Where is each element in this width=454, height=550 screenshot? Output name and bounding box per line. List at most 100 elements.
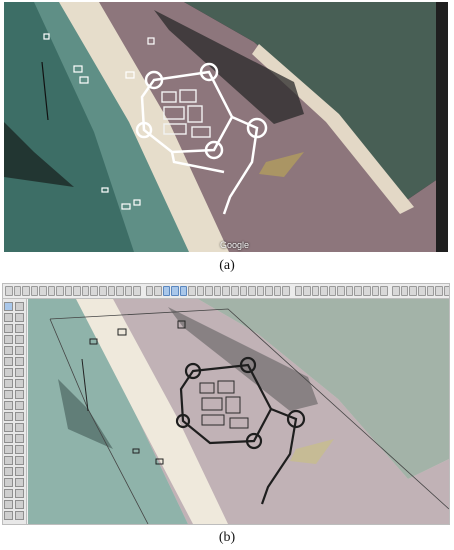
style-3-icon[interactable]: [409, 286, 417, 296]
top-icon[interactable]: [205, 286, 213, 296]
palette-tool-icon[interactable]: [15, 489, 24, 498]
caption-b: (b): [218, 530, 236, 545]
paint-icon[interactable]: [13, 286, 22, 296]
palette-tool-icon[interactable]: [4, 379, 13, 388]
palette-tool-icon[interactable]: [4, 346, 13, 355]
palette-tool-icon[interactable]: [15, 500, 24, 509]
palette-tool-icon[interactable]: [4, 412, 13, 421]
palette-tool-icon[interactable]: [4, 500, 13, 509]
palette-tool-icon[interactable]: [15, 379, 24, 388]
palette-tool-icon[interactable]: [4, 434, 13, 443]
aerial-image-panel-a: Google: [4, 2, 448, 252]
text-icon[interactable]: [124, 286, 133, 296]
palette-tool-icon[interactable]: [15, 390, 24, 399]
palette-tool-icon[interactable]: [15, 302, 24, 311]
palette-tool-icon[interactable]: [15, 368, 24, 377]
sandbox-icon[interactable]: [311, 286, 320, 296]
extension-warehouse-icon[interactable]: [371, 286, 380, 296]
palette-tool-icon[interactable]: [15, 357, 24, 366]
palette-tool-icon[interactable]: [15, 456, 24, 465]
palette-tool-icon[interactable]: [15, 335, 24, 344]
dimension-icon[interactable]: [133, 286, 141, 296]
arc-icon[interactable]: [39, 286, 47, 296]
palette-tool-icon[interactable]: [15, 467, 24, 476]
circle-icon[interactable]: [56, 286, 64, 296]
palette-tool-icon[interactable]: [4, 335, 13, 344]
textured-icon[interactable]: [294, 286, 303, 296]
palette-tool-icon[interactable]: [15, 324, 24, 333]
right-icon[interactable]: [222, 286, 230, 296]
hidden-line-icon[interactable]: [273, 286, 282, 296]
geo-location-icon[interactable]: [320, 286, 328, 296]
model-viewport[interactable]: [28, 299, 449, 524]
palette-tool-icon[interactable]: [15, 412, 24, 421]
palette-tool-icon[interactable]: [4, 423, 13, 432]
xray-icon[interactable]: [256, 286, 265, 296]
palette-tool-icon[interactable]: [4, 456, 13, 465]
tool-palette: [3, 299, 27, 524]
wireframe-icon[interactable]: [265, 286, 273, 296]
palette-tool-icon[interactable]: [15, 423, 24, 432]
palette-tool-icon[interactable]: [15, 511, 24, 520]
palette-tool-icon[interactable]: [15, 401, 24, 410]
layout-icon[interactable]: [380, 286, 388, 296]
palette-tool-icon[interactable]: [4, 511, 13, 520]
palette-tool-icon[interactable]: [15, 445, 24, 454]
palette-tool-icon[interactable]: [4, 390, 13, 399]
photo-texture-icon[interactable]: [345, 286, 354, 296]
share-model-icon[interactable]: [362, 286, 371, 296]
back-icon[interactable]: [230, 286, 239, 296]
palette-tool-icon[interactable]: [4, 302, 13, 311]
palette-tool-icon[interactable]: [4, 357, 13, 366]
line-icon[interactable]: [30, 286, 39, 296]
rectangle-icon[interactable]: [47, 286, 56, 296]
palette-tool-icon[interactable]: [4, 401, 13, 410]
orbit-icon[interactable]: [145, 286, 154, 296]
offset-icon[interactable]: [107, 286, 116, 296]
select-icon[interactable]: [5, 286, 13, 296]
rotate-icon[interactable]: [90, 286, 99, 296]
shaded-icon[interactable]: [282, 286, 290, 296]
left-icon[interactable]: [239, 286, 248, 296]
front-icon[interactable]: [213, 286, 222, 296]
style-1-icon[interactable]: [392, 286, 400, 296]
bottom-icon[interactable]: [248, 286, 256, 296]
palette-tool-icon[interactable]: [4, 478, 13, 487]
toolbar-separator: [389, 286, 392, 296]
tape-icon[interactable]: [116, 286, 124, 296]
monochrome-icon[interactable]: [303, 286, 311, 296]
style-5-icon[interactable]: [426, 286, 435, 296]
palette-tool-icon[interactable]: [4, 324, 13, 333]
palette-tool-icon[interactable]: [15, 313, 24, 322]
style-7-icon[interactable]: [443, 286, 449, 296]
polygon-icon[interactable]: [64, 286, 73, 296]
caption-a: (a): [219, 258, 235, 273]
toolbar-separator: [291, 286, 294, 296]
palette-tool-icon[interactable]: [4, 445, 13, 454]
palette-tool-icon[interactable]: [4, 368, 13, 377]
pan-icon[interactable]: [154, 286, 162, 296]
palette-tool-icon[interactable]: [4, 489, 13, 498]
eraser-icon[interactable]: [22, 286, 30, 296]
style-4-icon[interactable]: [418, 286, 426, 296]
toolbar-separator: [142, 286, 145, 296]
add-location-icon[interactable]: [328, 286, 337, 296]
push-pull-icon[interactable]: [73, 286, 81, 296]
zoom-icon[interactable]: [162, 286, 171, 296]
palette-tool-icon[interactable]: [4, 467, 13, 476]
palette-tool-icon[interactable]: [15, 478, 24, 487]
frame-edge: [436, 2, 448, 252]
palette-tool-icon[interactable]: [15, 434, 24, 443]
toggle-terrain-icon[interactable]: [337, 286, 345, 296]
palette-tool-icon[interactable]: [4, 313, 13, 322]
iso-icon[interactable]: [196, 286, 205, 296]
zoom-extents-icon[interactable]: [171, 286, 179, 296]
move-icon[interactable]: [81, 286, 90, 296]
scale-icon[interactable]: [99, 286, 107, 296]
palette-tool-icon[interactable]: [15, 346, 24, 355]
style-6-icon[interactable]: [435, 286, 443, 296]
3d-warehouse-icon[interactable]: [354, 286, 362, 296]
next-view-icon[interactable]: [188, 286, 196, 296]
style-2-icon[interactable]: [400, 286, 409, 296]
prev-view-icon[interactable]: [179, 286, 188, 296]
